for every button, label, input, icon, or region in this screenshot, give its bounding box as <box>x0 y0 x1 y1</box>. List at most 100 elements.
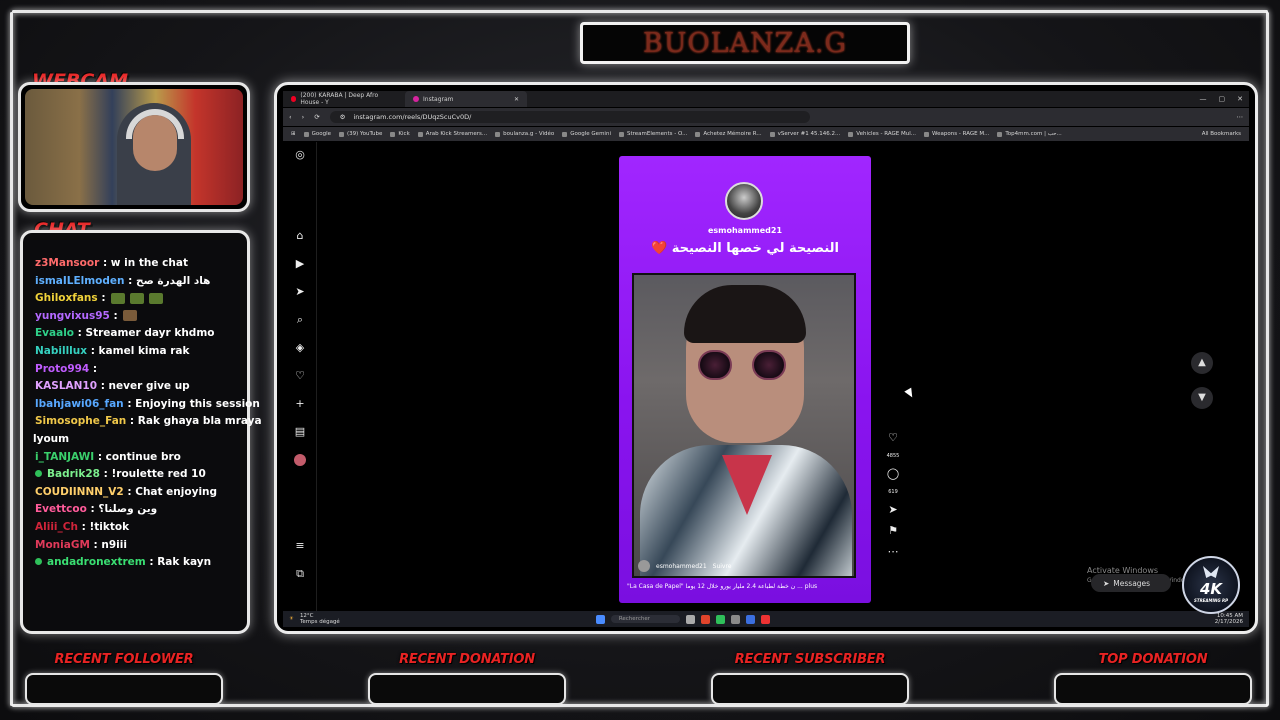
like-icon: ♡ <box>888 431 898 444</box>
chat-username[interactable]: KASLAN10 <box>35 380 97 392</box>
weather-desc: Temps dégagé <box>299 619 340 625</box>
app-icon-2[interactable] <box>745 614 755 624</box>
chat-username[interactable]: Evaalo <box>35 327 74 339</box>
back-icon[interactable]: ‹ <box>289 113 292 121</box>
more-options-icon[interactable]: ⋯ <box>883 546 903 558</box>
url-field[interactable]: ⚙ instagram.com/reels/DUqzScuCv0D/ <box>329 111 810 123</box>
save-icon[interactable]: ⚑ <box>883 525 903 537</box>
chat-username[interactable]: ismaILElmoden <box>35 275 125 287</box>
chat-message: Simosophe_Fan : Rak ghaya bla mraya <box>35 415 262 428</box>
forward-icon[interactable]: › <box>302 113 305 121</box>
system-clock[interactable]: 10:45 AM 2/17/2026 <box>1215 613 1243 625</box>
bookmark-item[interactable]: Vehicles - RAGE Mul... <box>848 131 916 137</box>
chat-username[interactable]: Ghiloxfans <box>35 292 98 304</box>
emote-icon <box>122 310 137 322</box>
like-action[interactable]: ♡ 4855 <box>883 431 903 460</box>
bookmark-item[interactable]: boulanza.g - Vidéo <box>495 131 554 137</box>
chat-username[interactable]: Aliii_Ch <box>35 521 78 533</box>
share-icon[interactable]: ➤ <box>883 504 903 516</box>
chat-username[interactable]: Badrik28 <box>47 468 100 480</box>
site-info-icon[interactable]: ⚙ <box>340 113 346 121</box>
notifications-icon[interactable]: ♡ <box>294 370 306 382</box>
tab-instagram[interactable]: Instagram ✕ <box>405 91 527 107</box>
taskbar-search[interactable]: Rechercher <box>610 615 680 623</box>
reels-icon[interactable]: ▶ <box>294 258 306 270</box>
reel-avatar[interactable] <box>725 182 763 220</box>
chat-text: : never give up <box>100 380 190 393</box>
follow-link[interactable]: Suivre <box>713 563 732 570</box>
app-icon[interactable] <box>715 614 725 624</box>
weather-widget[interactable]: 12°C Temps dégagé <box>300 613 340 625</box>
bookmark-favicon-icon <box>997 131 1003 137</box>
bookmark-item[interactable]: Arab Kick Streamers... <box>417 131 487 137</box>
recent-follower-panel: RECENT FOLLOWER <box>25 652 223 705</box>
chat-username[interactable]: andadronextrem <box>47 556 146 568</box>
emote-icon <box>129 292 144 304</box>
brave-icon[interactable] <box>700 614 710 624</box>
all-bookmarks-button[interactable]: All Bookmarks <box>1202 131 1241 137</box>
reel-card: esmohammed21 ❤️ النصيحة لي خصها النصيحة … <box>619 156 871 603</box>
bookmark-item[interactable]: Kick <box>390 131 410 137</box>
reel-username[interactable]: esmohammed21 <box>619 226 871 235</box>
chat-message: ismaILElmoden : هاد الهدرة صح <box>35 275 210 288</box>
next-reel-button[interactable]: ▼ <box>1191 387 1213 409</box>
settings-icon[interactable] <box>730 614 740 624</box>
profile-avatar[interactable] <box>294 454 306 466</box>
also-from-meta-icon[interactable]: ⧉ <box>294 568 306 580</box>
chat-username[interactable]: lbahjawi06_fan <box>35 398 124 410</box>
chat-username[interactable]: Nabilllux <box>35 345 87 357</box>
messages-button[interactable]: ➤ Messages <box>1091 574 1171 592</box>
chat-username[interactable]: COUDIINNN_V2 <box>35 486 124 498</box>
close-tab-icon[interactable]: ✕ <box>514 96 519 103</box>
top-donation-box <box>1054 673 1252 705</box>
bookmark-item[interactable]: Weapons - RAGE M... <box>924 131 989 137</box>
app-icon-3[interactable] <box>760 614 770 624</box>
bookmark-label: StreamElements - O... <box>626 131 688 137</box>
search-icon[interactable]: ⌕ <box>294 314 306 326</box>
bookmark-item[interactable]: StreamElements - O... <box>618 131 688 137</box>
reel-caption[interactable]: "La Casa de Papel" ن خطة لطباعة 2.4 مليا… <box>627 583 863 590</box>
extensions-icon[interactable]: ⋯ <box>1237 113 1244 121</box>
verified-badge-icon <box>35 558 42 566</box>
apps-icon[interactable]: ⊞ <box>291 131 296 137</box>
task-view-icon[interactable] <box>685 614 695 624</box>
chat-username[interactable]: z3Mansoor <box>35 257 99 269</box>
instagram-logo-icon[interactable]: ◎ <box>294 149 306 161</box>
minimize-icon[interactable]: — <box>1200 95 1207 103</box>
bookmark-item[interactable]: Google <box>303 131 331 137</box>
more-menu-icon[interactable]: ≡ <box>294 540 306 552</box>
chat-username[interactable]: yungvixus95 <box>35 310 110 322</box>
chat-username[interactable]: MoniaGM <box>35 539 90 551</box>
tab-youtube[interactable]: (200) KARABA | Deep Afro House - Y <box>283 91 405 107</box>
home-icon[interactable]: ⌂ <box>294 230 306 242</box>
weather-icon: ☀ <box>289 616 294 622</box>
bookmark-label: Google Gemini <box>570 131 611 137</box>
chat-username[interactable]: i_TANJAWI <box>35 451 94 463</box>
bookmark-item[interactable]: (39) YouTube <box>339 131 382 137</box>
chat-username[interactable]: Proto994 <box>35 363 89 375</box>
recent-subscriber-panel: RECENT SUBSCRIBER <box>711 652 909 705</box>
previous-reel-button[interactable]: ▲ <box>1191 352 1213 374</box>
comment-action[interactable]: ◯ 619 <box>883 468 903 496</box>
reload-icon[interactable]: ⟳ <box>314 113 319 121</box>
maximize-icon[interactable]: ▢ <box>1219 95 1226 103</box>
like-count: 4855 <box>886 453 900 459</box>
close-window-icon[interactable]: ✕ <box>1237 95 1243 103</box>
direct-icon[interactable]: ➤ <box>294 286 306 298</box>
bookmark-item[interactable]: vServer #1 45.146.2... <box>769 131 840 137</box>
chat-message: i_TANJAWI : continue bro <box>35 451 181 464</box>
start-icon[interactable] <box>595 614 605 624</box>
create-icon[interactable]: + <box>294 398 306 410</box>
bookmark-item[interactable]: Achetez Mémoire R... <box>695 131 762 137</box>
explore-icon[interactable]: ◈ <box>294 342 306 354</box>
reel-video[interactable]: esmohammed21 Suivre <box>632 273 856 578</box>
4k-streaming-logo: 4K STREAMING RP <box>1182 556 1240 614</box>
chat-username[interactable]: Simosophe_Fan <box>35 415 126 427</box>
chat-username[interactable]: Evettcoo <box>35 503 87 515</box>
caption-username[interactable]: esmohammed21 <box>656 563 707 570</box>
bookmark-item[interactable]: Top4mm.com | حب... <box>997 131 1062 137</box>
bookmark-label: Top4mm.com | حب... <box>1005 131 1062 137</box>
dashboard-icon[interactable]: ▤ <box>294 426 306 438</box>
bookmark-item[interactable]: Google Gemini <box>562 131 611 137</box>
video-caption-overlay: esmohammed21 Suivre <box>638 560 732 572</box>
